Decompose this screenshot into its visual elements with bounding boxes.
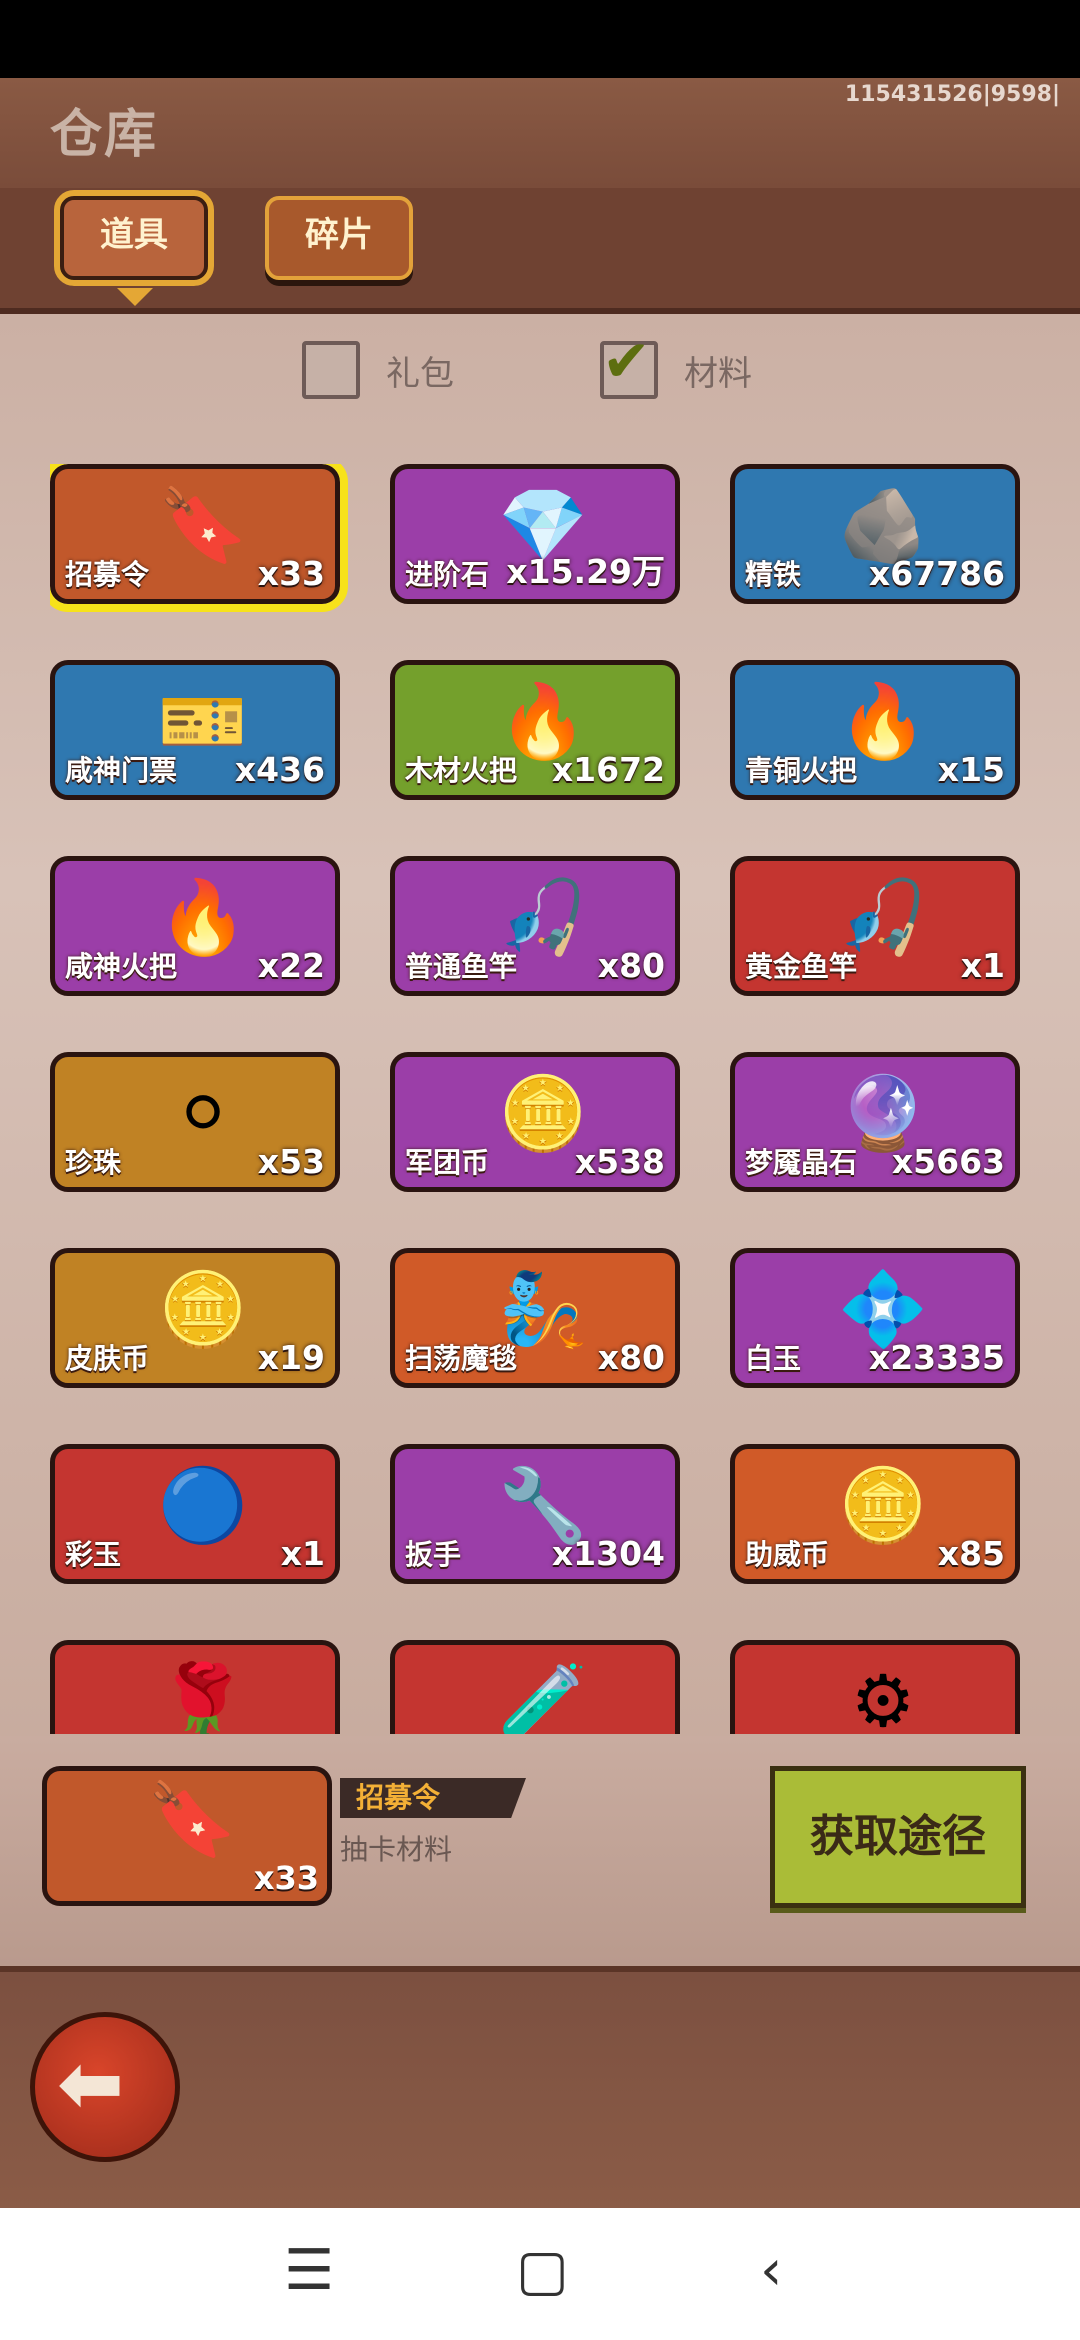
item-name: 扫荡魔毯 [405, 1342, 518, 1375]
selected-item-description: 抽卡材料 [340, 1833, 453, 1866]
item-count: x1304 [551, 1534, 665, 1573]
active-tab-indicator [117, 288, 153, 306]
fan-coin-icon: ⚙ [850, 1659, 916, 1734]
pearl-icon: ⚪ [172, 1071, 234, 1155]
item-card[interactable]: 🔥 青铜火把 x15 [730, 660, 1020, 800]
item-name: 扳手 [405, 1538, 462, 1571]
selected-item-count: x33 [253, 1859, 319, 1897]
item-grid: 🔖 招募令 x33 💎 进阶石 x15.29万 🪨 精铁 x67786 🎫 咸神门票 x436 🔥 木材火… [50, 464, 1040, 1734]
item-name: 皮肤币 [65, 1342, 150, 1375]
inventory-panel: 礼包 ✔ 材料 🔖 招募令 x33 💎 进阶石 x15.29万 🪨 精铁 x67786 🎫 咸神门票… [0, 314, 1080, 1736]
item-card[interactable]: 🪨 精铁 x67786 [730, 464, 1020, 604]
item-count: x67786 [868, 554, 1005, 593]
item-count: x5663 [891, 1142, 1005, 1181]
item-card[interactable]: 🪙 皮肤币 x19 [50, 1248, 340, 1388]
home-icon[interactable]: ▢ [516, 2238, 569, 2303]
item-name: 青铜火把 [745, 754, 858, 787]
tab-fragments[interactable]: 碎片 [265, 196, 413, 280]
item-card[interactable]: 🎣 普通鱼竿 x80 [390, 856, 680, 996]
selected-item-thumb: 🔖 x33 [42, 1766, 332, 1906]
item-name: 梦魇晶石 [745, 1146, 858, 1179]
item-count: x53 [257, 1142, 325, 1181]
rose-icon: 🌹 [158, 1659, 248, 1734]
item-name: 普通鱼竿 [405, 950, 518, 983]
tab-items[interactable]: 道具 [54, 190, 214, 286]
item-name: 彩玉 [65, 1538, 122, 1571]
item-count: x22 [257, 946, 325, 985]
item-count: x538 [574, 1142, 665, 1181]
item-count: x23335 [868, 1338, 1005, 1377]
item-name: 白玉 [745, 1342, 802, 1375]
cheer-coin-icon: 🪙 [838, 1463, 928, 1547]
gift-pack-checkbox[interactable] [302, 341, 360, 399]
item-card[interactable]: 🧪 [390, 1640, 680, 1734]
item-name: 黄金鱼竿 [745, 950, 858, 983]
nav-back-icon[interactable]: ‹ [760, 2238, 782, 2303]
item-name: 珍珠 [65, 1146, 122, 1179]
item-card[interactable]: 🔥 咸神火把 x22 [50, 856, 340, 996]
item-card[interactable]: 🔵 彩玉 x1 [50, 1444, 340, 1584]
back-button[interactable]: ⬅ [30, 2012, 180, 2162]
item-card[interactable]: 🎫 咸神门票 x436 [50, 660, 340, 800]
item-count: x15.29万 [506, 552, 665, 591]
item-count: x436 [234, 750, 325, 789]
item-card[interactable]: 🔥 木材火把 x1672 [390, 660, 680, 800]
item-name: 军团币 [405, 1146, 490, 1179]
system-nav-bar: ☰ ▢ ‹ [0, 2208, 1080, 2340]
item-card[interactable]: 🎣 黄金鱼竿 x1 [730, 856, 1020, 996]
item-count: x85 [937, 1534, 1005, 1573]
item-card[interactable]: 💠 白玉 x23335 [730, 1248, 1020, 1388]
filter-label: 材料 [684, 353, 752, 394]
item-card[interactable]: 🔧 扳手 x1304 [390, 1444, 680, 1584]
filter-gift-pack[interactable]: 礼包 [302, 340, 454, 400]
item-name: 招募令 [65, 558, 150, 591]
recruit-token-icon: 🔖 [147, 1777, 237, 1861]
back-arrow-icon: ⬅ [57, 2037, 125, 2130]
item-count: x33 [257, 554, 325, 593]
item-card[interactable]: ⚪ 珍珠 x53 [50, 1052, 340, 1192]
item-detail-bar: 🔖 x33 招募令 抽卡材料 获取途径 [0, 1736, 1080, 1966]
item-card[interactable]: 🌹 [50, 1640, 340, 1734]
status-bar [0, 0, 1080, 78]
item-name: 精铁 [745, 558, 802, 591]
item-name: 助威币 [745, 1538, 830, 1571]
filter-materials[interactable]: ✔ 材料 [600, 331, 752, 400]
item-name: 咸神门票 [65, 754, 178, 787]
tab-bar: 道具 碎片 [0, 188, 1080, 314]
item-card[interactable]: 🔖 招募令 x33 [50, 464, 348, 612]
item-count: x1672 [551, 750, 665, 789]
header-bar: 仓库 115431526|9598| [0, 78, 1080, 194]
user-id: 115431526|9598| [844, 82, 1060, 107]
recruit-token-icon: 🔖 [158, 483, 248, 567]
checkmark-icon: ✔ [602, 327, 651, 395]
menu-icon[interactable]: ☰ [284, 2238, 334, 2303]
item-count: x80 [597, 946, 665, 985]
item-card[interactable]: 💎 进阶石 x15.29万 [390, 464, 680, 604]
rainbow-jade-icon: 🔵 [158, 1463, 248, 1547]
item-card[interactable]: 🧞 扫荡魔毯 x80 [390, 1248, 680, 1388]
scroll-tube-icon: 🧪 [498, 1659, 588, 1734]
item-count: x1 [960, 946, 1005, 985]
materials-checkbox[interactable]: ✔ [600, 331, 658, 399]
item-card[interactable]: 🪙 助威币 x85 [730, 1444, 1020, 1584]
item-card[interactable]: 🪙 军团币 x538 [390, 1052, 680, 1192]
item-count: x19 [257, 1338, 325, 1377]
item-card[interactable]: ⚙ [730, 1640, 1020, 1734]
item-name: 进阶石 [405, 558, 490, 591]
selected-item-name: 招募令 [340, 1778, 526, 1818]
item-card[interactable]: 🔮 梦魇晶石 x5663 [730, 1052, 1020, 1192]
page-title: 仓库 [50, 105, 159, 165]
item-count: x80 [597, 1338, 665, 1377]
item-name: 木材火把 [405, 754, 518, 787]
get-source-button[interactable]: 获取途径 [770, 1766, 1026, 1908]
footer-wood: ⬅ [0, 1966, 1080, 2214]
skin-coin-icon: 🪙 [158, 1267, 248, 1351]
item-count: x15 [937, 750, 1005, 789]
item-count: x1 [280, 1534, 325, 1573]
item-name: 咸神火把 [65, 950, 178, 983]
filter-label: 礼包 [386, 353, 454, 394]
